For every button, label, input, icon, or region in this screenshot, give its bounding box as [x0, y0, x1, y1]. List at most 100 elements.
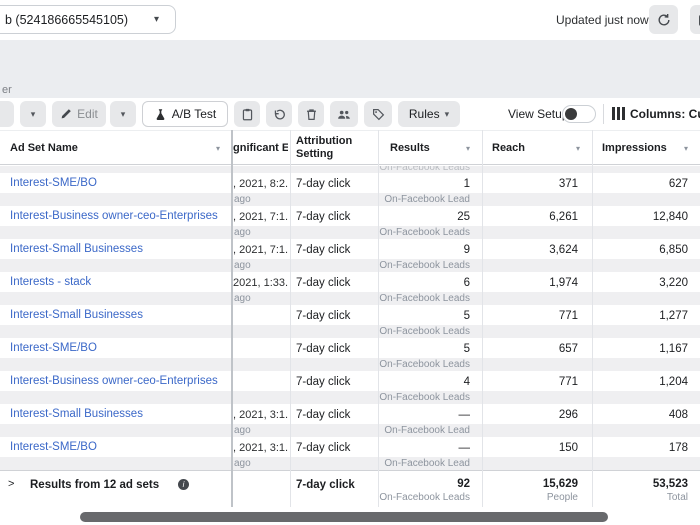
refresh-icon: [657, 13, 671, 27]
table-row[interactable]: Interest-SME/BO , 2021, 8:2... 7-day cli…: [0, 173, 700, 206]
header-impressions[interactable]: Impressions: [602, 142, 667, 154]
results-cell: 5: [378, 310, 470, 322]
ad-set-name-link[interactable]: Interest-Business owner-ceo-Enterprises: [10, 375, 218, 387]
horizontal-scrollbar-thumb[interactable]: [80, 512, 608, 522]
results-cell: 25: [378, 211, 470, 223]
reach-cell: 371: [482, 178, 578, 190]
ad-account-selector[interactable]: b (524186665545105) ▾: [0, 5, 176, 34]
impressions-cell: 6,850: [592, 244, 688, 256]
expand-chevron-icon[interactable]: >: [8, 478, 14, 490]
results-cell: 4: [378, 376, 470, 388]
clipboard-button[interactable]: [234, 101, 260, 127]
view-setup-label: View Setup: [508, 107, 569, 121]
results-type-label: On-Facebook Leads: [378, 358, 470, 371]
ad-set-name-link[interactable]: Interest-SME/BO: [10, 342, 97, 354]
attribution-cell: 7-day click: [296, 244, 374, 256]
impressions-cell: 12,840: [592, 211, 688, 223]
ad-set-name-cell: Interest-SME/BO: [10, 342, 226, 354]
table-row[interactable]: Interest-Small Businesses , 2021, 3:1...…: [0, 404, 700, 437]
pencil-icon: [60, 108, 72, 120]
info-icon[interactable]: i: [178, 479, 189, 490]
table-row[interactable]: Interests - stack 2021, 1:33... 7-day cl…: [0, 272, 700, 305]
header-results[interactable]: Results: [390, 142, 430, 154]
ad-set-name-cell: Interest-SME/BO: [10, 177, 226, 189]
horizontal-scrollbar-track[interactable]: [0, 509, 700, 525]
header-ad-set-name[interactable]: Ad Set Name: [10, 142, 78, 154]
view-setup-toggle[interactable]: [562, 105, 596, 123]
significant-edit-cell: , 2021, 3:1...: [233, 409, 288, 421]
duplicate-button-partial[interactable]: [0, 101, 14, 127]
rules-button[interactable]: Rules ▾: [398, 101, 460, 127]
refresh-button[interactable]: [649, 5, 678, 34]
summary-results: 92: [378, 478, 470, 490]
ab-test-button[interactable]: A/B Test: [142, 101, 228, 127]
sort-caret-icon[interactable]: ▾: [576, 144, 580, 153]
results-type-label: On-Facebook Leads: [378, 259, 470, 272]
results-type-label: On-Facebook Lead: [378, 193, 470, 206]
header-reach[interactable]: Reach: [492, 142, 525, 154]
ad-set-name-link[interactable]: Interest-Business owner-ceo-Enterprises: [10, 210, 218, 222]
delete-button[interactable]: [298, 101, 324, 127]
edit-ago-label: ago: [234, 259, 289, 272]
reach-cell: 771: [482, 310, 578, 322]
header-attribution-line2: Setting: [296, 148, 333, 160]
impressions-cell: 178: [592, 442, 688, 454]
reach-cell: 657: [482, 343, 578, 355]
undo-button[interactable]: [266, 101, 292, 127]
impressions-cell: 1,277: [592, 310, 688, 322]
rules-button-label: Rules: [409, 107, 440, 121]
ad-set-name-link[interactable]: Interest-Small Businesses: [10, 309, 143, 321]
tag-button[interactable]: [364, 101, 392, 127]
summary-impressions: 53,523: [592, 478, 688, 490]
ad-set-name-link[interactable]: Interests - stack: [10, 276, 91, 288]
table-row[interactable]: Interest-SME/BO , 2021, 3:1... 7-day cli…: [0, 437, 700, 470]
table-row[interactable]: Interest-Small Businesses , 2021, 7:1...…: [0, 239, 700, 272]
ad-set-name-link[interactable]: Interest-Small Businesses: [10, 408, 143, 420]
significant-edit-cell: , 2021, 8:2...: [233, 178, 288, 190]
results-cell: 5: [378, 343, 470, 355]
audience-button[interactable]: [330, 101, 358, 127]
table-row[interactable]: Interest-SME/BO 7-day click 5 657 1,167 …: [0, 338, 700, 371]
ad-set-name-link[interactable]: Interest-Small Businesses: [10, 243, 143, 255]
summary-results-label: On-Facebook Leads: [378, 492, 470, 503]
edit-caret-button[interactable]: ▾: [110, 101, 136, 127]
header-significant-edit[interactable]: gnificant Edit: [233, 142, 288, 154]
significant-edit-cell: , 2021, 7:1...: [233, 244, 288, 256]
sort-caret-icon[interactable]: ▾: [216, 144, 220, 153]
reach-cell: 6,261: [482, 211, 578, 223]
attribution-cell: 7-day click: [296, 211, 374, 223]
attribution-cell: 7-day click: [296, 310, 374, 322]
sort-caret-icon[interactable]: ▾: [684, 144, 688, 153]
updated-status: Updated just now: [556, 13, 649, 27]
edit-button[interactable]: Edit: [52, 101, 106, 127]
impressions-cell: 408: [592, 409, 688, 421]
sort-caret-icon[interactable]: ▾: [466, 144, 470, 153]
chevron-down-icon: ▾: [154, 14, 159, 25]
filter-bar-text[interactable]: er: [2, 84, 12, 96]
edit-button-label: Edit: [77, 107, 98, 121]
results-cell: 1: [378, 178, 470, 190]
table-body: Interest-SME/BO , 2021, 8:2... 7-day cli…: [0, 173, 700, 470]
significant-edit-cell: , 2021, 3:1...: [233, 442, 288, 454]
summary-label: Results from 12 ad sets: [30, 479, 159, 491]
results-type-label: On-Facebook Leads: [378, 391, 470, 404]
table-row[interactable]: Interest-Business owner-ceo-Enterprises …: [0, 206, 700, 239]
header-attribution-line1[interactable]: Attribution: [296, 135, 352, 147]
table-row[interactable]: Interest-Small Businesses 7-day click 5 …: [0, 305, 700, 338]
results-type-label: On-Facebook Lead: [378, 457, 470, 470]
results-type-label: On-Facebook Lead: [378, 424, 470, 437]
summary-attribution: 7-day click: [296, 479, 374, 491]
ad-set-name-link[interactable]: Interest-SME/BO: [10, 177, 97, 189]
attribution-cell: 7-day click: [296, 409, 374, 421]
duplicate-caret-button[interactable]: ▾: [20, 101, 46, 127]
attribution-cell: 7-day click: [296, 442, 374, 454]
edit-ago-label: ago: [234, 226, 289, 239]
export-button-partial[interactable]: [690, 5, 700, 34]
edit-ago-label: ago: [234, 424, 289, 437]
summary-reach: 15,629: [482, 478, 578, 490]
table-row[interactable]: Interest-Business owner-ceo-Enterprises …: [0, 371, 700, 404]
columns-button[interactable]: Columns: Custom: [630, 107, 700, 121]
attribution-cell: 7-day click: [296, 343, 374, 355]
toolbar-divider: [603, 104, 604, 124]
ad-set-name-link[interactable]: Interest-SME/BO: [10, 441, 97, 453]
